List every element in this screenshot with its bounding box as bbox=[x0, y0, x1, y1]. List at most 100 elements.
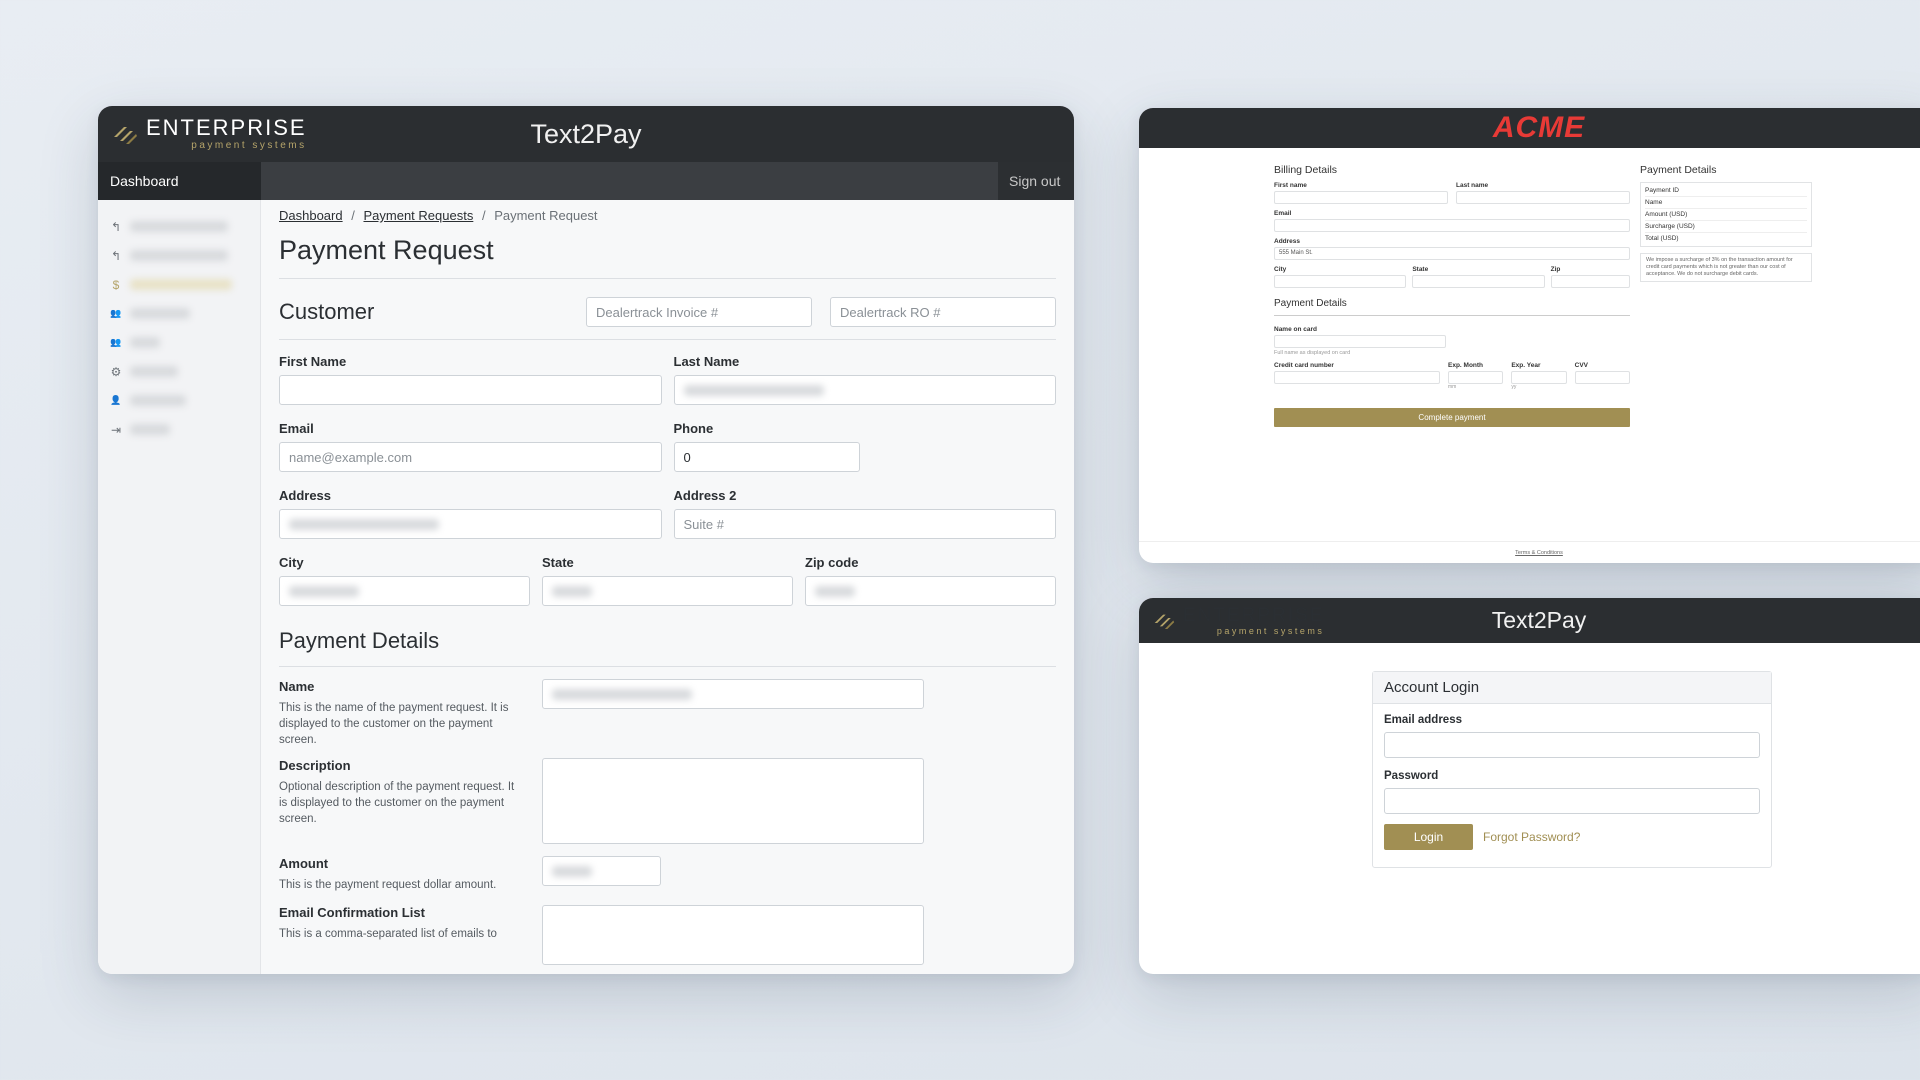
sidebar-item[interactable]: 👤 bbox=[98, 386, 260, 415]
users-icon: 👥 bbox=[110, 308, 122, 318]
description-textarea[interactable] bbox=[542, 758, 924, 844]
sidebar-item-label bbox=[130, 424, 170, 435]
sidebar-item-active[interactable]: $ bbox=[98, 270, 260, 299]
exp-year-label: Exp. Year bbox=[1511, 362, 1541, 369]
name-on-card-label: Name on card bbox=[1274, 326, 1317, 333]
dollar-icon: $ bbox=[112, 277, 120, 292]
redacted-value bbox=[552, 866, 592, 877]
first-name-label: First name bbox=[1274, 182, 1307, 189]
user-icon: 👤 bbox=[110, 395, 122, 405]
amount-input[interactable] bbox=[542, 856, 661, 886]
sidebar: ↰ ↰ $ 👥 👥 ⚙ 👤 ⇥ bbox=[98, 200, 261, 974]
login-window: ENTERPRISE payment systems Text2Pay Acco… bbox=[1139, 598, 1920, 974]
users-icon: 👥 bbox=[110, 337, 122, 347]
surcharge-note: We impose a surcharge of 3% on the trans… bbox=[1640, 253, 1812, 282]
exp-month-input[interactable] bbox=[1448, 371, 1504, 384]
address-input[interactable]: 555 Main St. bbox=[1274, 247, 1630, 260]
app-header: ENTERPRISE payment systems Text2Pay bbox=[98, 106, 1074, 162]
ro-input[interactable]: Dealertrack RO # bbox=[830, 297, 1056, 327]
email-input[interactable] bbox=[1274, 219, 1630, 232]
nav-dashboard[interactable]: Dashboard bbox=[98, 162, 261, 200]
login-card-title: Account Login bbox=[1373, 672, 1771, 704]
city-label: City bbox=[279, 555, 304, 570]
login-card: Account Login Email address Password Log… bbox=[1372, 671, 1772, 868]
enterprise-logo-icon bbox=[1154, 614, 1175, 629]
state-select[interactable] bbox=[1412, 275, 1545, 288]
redacted-value bbox=[552, 689, 692, 700]
page-title: Payment Request bbox=[279, 235, 1056, 279]
email-input[interactable]: name@example.com bbox=[279, 442, 662, 472]
customer-heading: Customer bbox=[279, 299, 375, 324]
complete-payment-button[interactable]: Complete payment bbox=[1274, 408, 1630, 427]
sidebar-item-label bbox=[130, 221, 228, 232]
sign-out-icon: ⇥ bbox=[110, 422, 122, 437]
sidebar-item[interactable]: ⇥ bbox=[98, 415, 260, 444]
email-label: Email bbox=[1274, 210, 1292, 217]
billing-form: Billing Details First name Last name Ema… bbox=[1274, 164, 1631, 427]
phone-input[interactable]: 0 bbox=[673, 442, 860, 472]
terms-link[interactable]: Terms & Conditions bbox=[1515, 550, 1563, 556]
name-hint: This is the name of the payment request.… bbox=[279, 702, 509, 746]
email-input[interactable] bbox=[1384, 732, 1760, 758]
city-input[interactable] bbox=[1274, 275, 1407, 288]
enterprise-logo[interactable]: ENTERPRISE payment systems bbox=[112, 117, 307, 151]
city-label: City bbox=[1274, 266, 1287, 273]
first-name-input[interactable] bbox=[279, 375, 662, 405]
summary-row: Total (USD) bbox=[1645, 235, 1679, 242]
address-label: Address bbox=[279, 488, 332, 503]
exp-month-label: Exp. Month bbox=[1448, 362, 1484, 369]
state-label: State bbox=[542, 555, 574, 570]
email-list-textarea[interactable] bbox=[542, 905, 924, 965]
sidebar-item[interactable]: 👥 bbox=[98, 328, 260, 357]
acme-payment-window: ACME Billing Details First name Last nam… bbox=[1139, 108, 1920, 563]
phone-label: Phone bbox=[673, 421, 714, 436]
acme-logo: ACME bbox=[1492, 111, 1586, 144]
breadcrumb: Dashboard / Payment Requests / Payment R… bbox=[279, 208, 1056, 223]
redacted-value bbox=[289, 519, 439, 530]
zip-input[interactable] bbox=[805, 576, 1056, 606]
forgot-password-link[interactable]: Forgot Password? bbox=[1483, 830, 1580, 844]
card-number-label: Credit card number bbox=[1274, 362, 1334, 369]
password-label: Password bbox=[1384, 770, 1439, 782]
city-input[interactable] bbox=[279, 576, 530, 606]
address-input[interactable] bbox=[279, 509, 662, 539]
request-name-input[interactable] bbox=[542, 679, 924, 709]
login-header: ENTERPRISE payment systems Text2Pay bbox=[1139, 598, 1920, 643]
exp-year-hint: yy bbox=[1511, 384, 1517, 390]
description-label: Description bbox=[279, 758, 351, 773]
password-input[interactable] bbox=[1384, 788, 1760, 814]
cvv-input[interactable] bbox=[1574, 371, 1630, 384]
first-name-input[interactable] bbox=[1274, 191, 1448, 204]
login-button[interactable]: Login bbox=[1384, 824, 1473, 850]
sidebar-item[interactable]: ↰ bbox=[98, 241, 260, 270]
address2-input[interactable]: Suite # bbox=[673, 509, 1056, 539]
summary-row: Amount (USD) bbox=[1645, 209, 1807, 221]
last-name-label: Last name bbox=[1456, 182, 1489, 189]
card-number-input[interactable] bbox=[1274, 371, 1440, 384]
sidebar-item-label bbox=[130, 279, 232, 290]
redacted-value bbox=[683, 385, 824, 396]
payment-summary: Payment Details Payment ID Name Amount (… bbox=[1640, 164, 1812, 282]
reply-icon: ↰ bbox=[110, 248, 122, 263]
last-name-input[interactable] bbox=[1456, 191, 1630, 204]
sidebar-item[interactable]: ⚙ bbox=[98, 357, 260, 386]
exp-year-input[interactable] bbox=[1511, 371, 1567, 384]
state-input[interactable] bbox=[542, 576, 793, 606]
summary-heading: Payment Details bbox=[1640, 164, 1717, 176]
zip-input[interactable] bbox=[1550, 275, 1631, 288]
sidebar-item[interactable]: ↰ bbox=[98, 212, 260, 241]
last-name-input[interactable] bbox=[673, 375, 1056, 405]
breadcrumb-dashboard[interactable]: Dashboard bbox=[279, 208, 343, 223]
app-title: Text2Pay bbox=[1491, 607, 1587, 633]
sidebar-item[interactable]: 👥 bbox=[98, 299, 260, 328]
sign-out-button[interactable]: Sign out bbox=[998, 162, 1074, 200]
sidebar-item-label bbox=[130, 308, 190, 319]
payment-request-window: ENTERPRISE payment systems Text2Pay Dash… bbox=[98, 106, 1074, 974]
enterprise-logo-icon bbox=[114, 127, 137, 144]
billing-heading: Billing Details bbox=[1274, 164, 1338, 176]
reply-icon: ↰ bbox=[110, 219, 122, 234]
name-on-card-input[interactable] bbox=[1274, 335, 1446, 348]
breadcrumb-payment-requests[interactable]: Payment Requests bbox=[363, 208, 473, 223]
state-label: State bbox=[1412, 266, 1429, 273]
invoice-input[interactable]: Dealertrack Invoice # bbox=[586, 297, 812, 327]
